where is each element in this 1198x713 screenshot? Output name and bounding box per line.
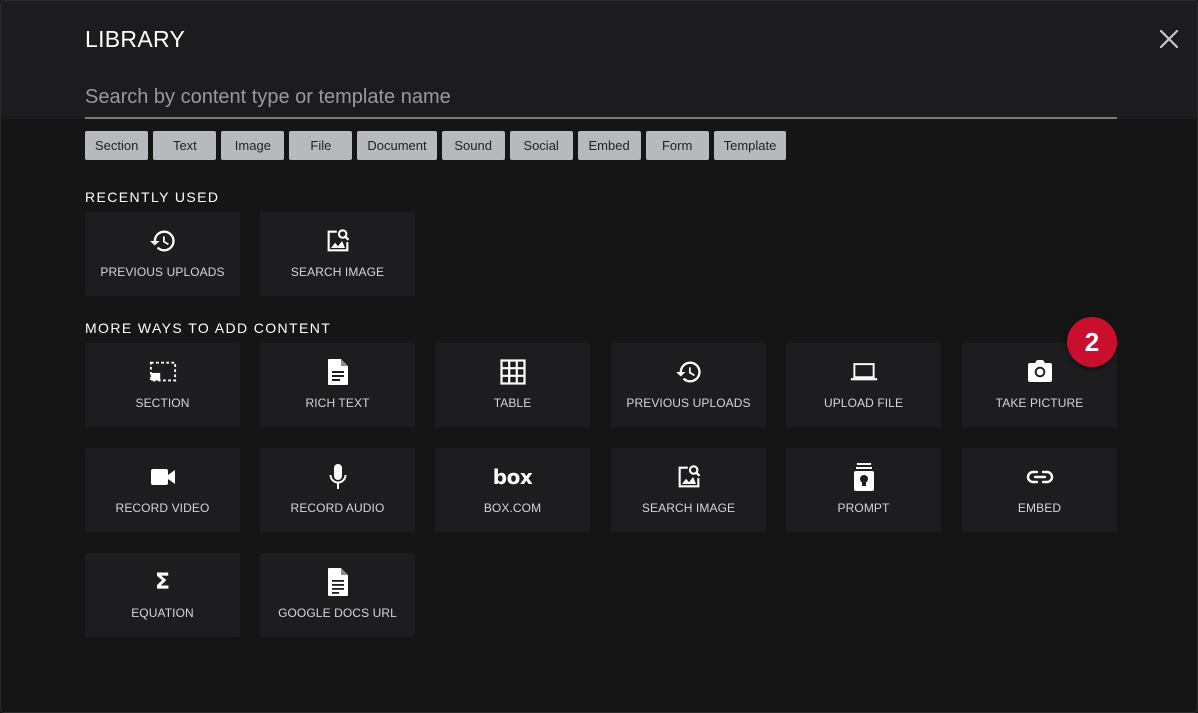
section-icon (149, 358, 177, 386)
filter-chip-text[interactable]: Text (153, 131, 217, 160)
link-icon (1026, 463, 1054, 491)
filter-chip-file[interactable]: File (289, 131, 353, 160)
tile-label: RECORD AUDIO (290, 501, 385, 515)
tile-label: RICH TEXT (305, 396, 370, 410)
tile-equation[interactable]: Σ EQUATION (85, 553, 240, 637)
document-icon (324, 358, 352, 386)
filter-chip-image[interactable]: Image (221, 131, 285, 160)
laptop-icon (850, 358, 878, 386)
tile-google-docs-url[interactable]: GOOGLE DOCS URL (260, 553, 415, 637)
tile-table[interactable]: TABLE (435, 343, 590, 427)
filter-chip-template[interactable]: Template (713, 131, 787, 160)
tile-label: PROMPT (837, 501, 890, 515)
filter-chips: Section Text Image File Document Sound S… (85, 131, 787, 160)
tile-upload-file[interactable]: UPLOAD FILE (786, 343, 941, 427)
tile-box-com[interactable]: box BOX.COM (435, 448, 590, 532)
tile-search-image-recent[interactable]: SEARCH IMAGE (260, 212, 415, 296)
filter-chip-form[interactable]: Form (645, 131, 709, 160)
close-icon[interactable] (1156, 26, 1182, 52)
tile-label: SEARCH IMAGE (641, 501, 736, 515)
tile-label: PREVIOUS UPLOADS (100, 265, 225, 279)
image-search-icon (675, 463, 703, 491)
prompt-icon (850, 463, 878, 491)
tile-label: EMBED (1017, 501, 1062, 515)
tile-label: EQUATION (131, 606, 194, 620)
filter-chip-embed[interactable]: Embed (577, 131, 641, 160)
tile-label: PREVIOUS UPLOADS (626, 396, 751, 410)
tile-label: BOX.COM (483, 501, 542, 515)
tile-prompt[interactable]: PROMPT (786, 448, 941, 532)
tile-search-image[interactable]: SEARCH IMAGE (611, 448, 766, 532)
history-icon (675, 358, 703, 386)
tile-label: SECTION (135, 396, 190, 410)
history-icon (149, 227, 177, 255)
tile-label: UPLOAD FILE (823, 396, 904, 410)
tile-label: RECORD VIDEO (115, 501, 210, 515)
filter-chip-social[interactable]: Social (509, 131, 573, 160)
recently-used-heading: RECENTLY USED (85, 189, 220, 205)
tile-label: TAKE PICTURE (995, 396, 1084, 410)
filter-chip-document[interactable]: Document (357, 131, 437, 160)
microphone-icon (324, 463, 352, 491)
tile-record-video[interactable]: RECORD VIDEO (85, 448, 240, 532)
more-ways-heading: MORE WAYS TO ADD CONTENT (85, 320, 332, 336)
step-badge: 2 (1067, 317, 1117, 367)
table-icon (499, 358, 527, 386)
tile-previous-uploads[interactable]: PREVIOUS UPLOADS (611, 343, 766, 427)
tile-embed[interactable]: EMBED (962, 448, 1117, 532)
tile-label: SEARCH IMAGE (290, 265, 385, 279)
image-search-icon (324, 227, 352, 255)
sigma-icon: Σ (154, 569, 171, 595)
tile-label: TABLE (493, 396, 532, 410)
video-camera-icon (149, 463, 177, 491)
tile-rich-text[interactable]: RICH TEXT (260, 343, 415, 427)
modal-title: LIBRARY (85, 26, 186, 52)
box-logo-icon: box (492, 465, 533, 489)
search-input[interactable] (85, 77, 1117, 119)
tile-record-audio[interactable]: RECORD AUDIO (260, 448, 415, 532)
camera-icon (1026, 358, 1054, 386)
tile-previous-uploads-recent[interactable]: PREVIOUS UPLOADS (85, 212, 240, 296)
tile-section[interactable]: SECTION (85, 343, 240, 427)
google-doc-icon (324, 568, 352, 596)
filter-chip-section[interactable]: Section (85, 131, 149, 160)
tile-label: GOOGLE DOCS URL (278, 606, 397, 620)
filter-chip-sound[interactable]: Sound (441, 131, 505, 160)
library-modal: LIBRARY Section Text Image File Document… (0, 0, 1198, 713)
